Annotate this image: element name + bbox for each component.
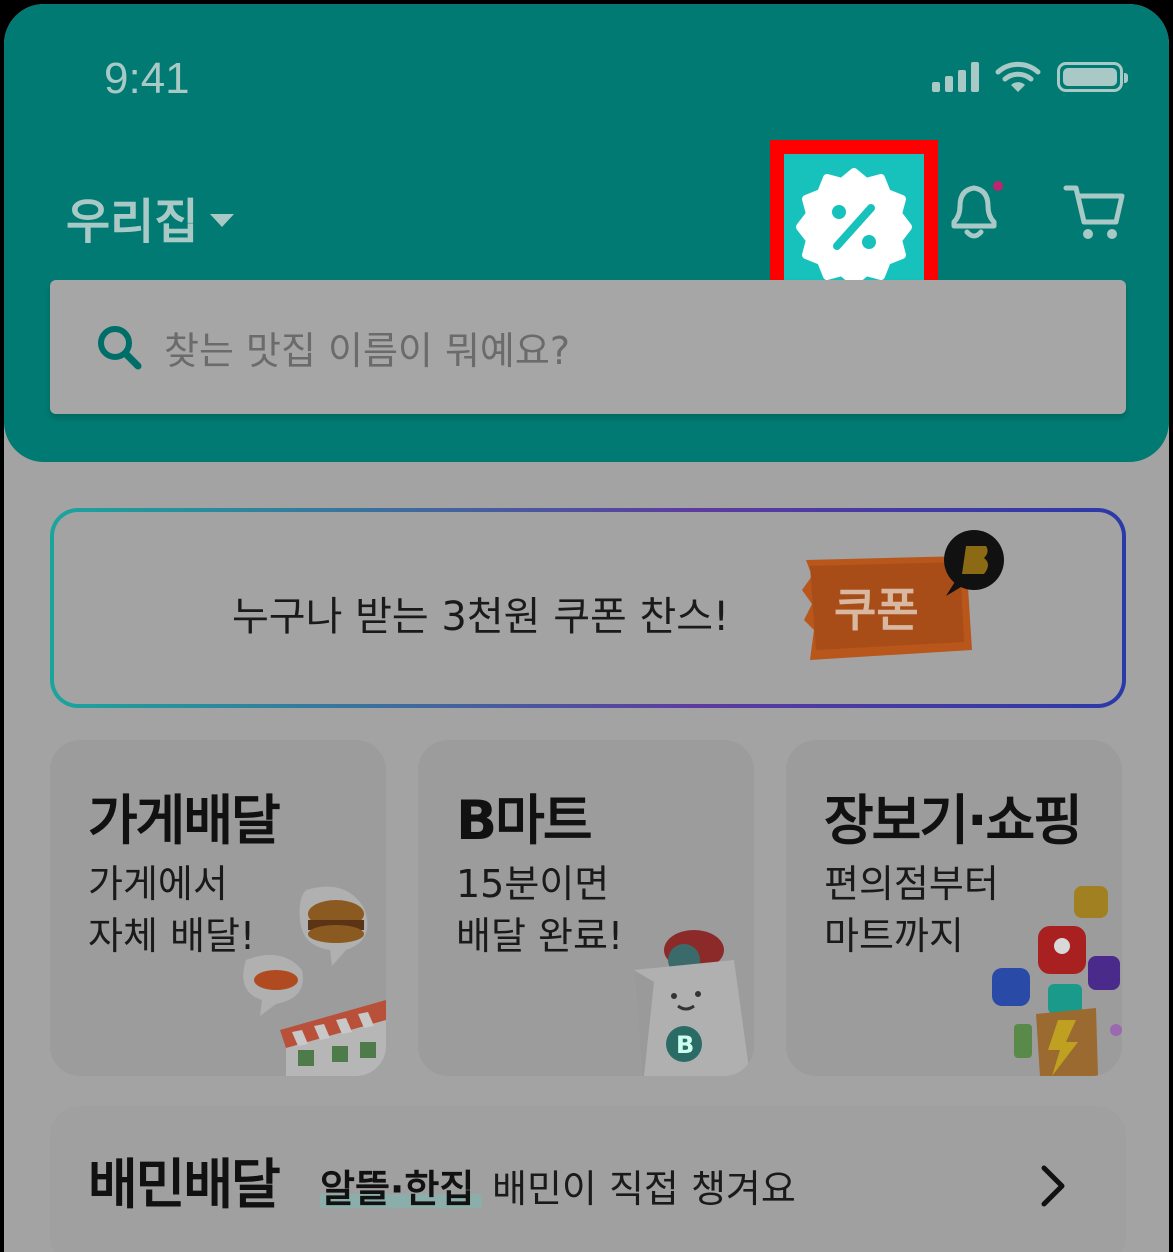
svg-text:B: B — [676, 1031, 694, 1059]
cart-icon[interactable] — [1062, 182, 1128, 244]
coupon-promo-banner[interactable]: 누구나 받는 3천원 쿠폰 찬스! 쿠폰 — [50, 508, 1126, 708]
grocery-bag-illustration: B — [634, 930, 750, 1076]
store-burger-illustration — [243, 886, 386, 1076]
card-subtitle: 15분이면 배달 완료! — [456, 862, 624, 958]
baemin-delivery-card[interactable]: 배민배달 알뜰·한집 배민이 직접 챙겨요 — [50, 1106, 1126, 1252]
baemin-delivery-tag: 알뜰·한집 — [320, 1167, 475, 1211]
card-title: 가게배달 — [88, 789, 281, 852]
app-screen: 9:41 우리집 찾는 맛집 이름이 뭐예요? 누구나 받는 3천원 쿠폰 찬스… — [4, 4, 1169, 1252]
header: 9:41 우리집 찾는 맛집 이름이 뭐예요? — [4, 4, 1169, 462]
card-grocery-shopping[interactable]: 장보기·쇼핑 편의점부터 마트까지 — [786, 740, 1122, 1076]
promo-text: 누구나 받는 3천원 쿠폰 찬스! — [232, 594, 730, 640]
card-subtitle: 편의점부터 마트까지 — [824, 862, 999, 958]
search-icon — [98, 326, 142, 370]
cellular-signal-icon — [932, 62, 979, 92]
card-subtitle: 가게에서 자체 배달! — [88, 862, 256, 958]
location-selector[interactable]: 우리집 — [66, 182, 235, 252]
discount-badge-icon — [796, 168, 912, 286]
battery-icon — [1057, 62, 1128, 92]
store-logos-illustration — [992, 886, 1122, 1076]
card-store-delivery[interactable]: 가게배달 가게에서 자체 배달! — [50, 740, 386, 1076]
notification-bell-icon[interactable] — [942, 180, 1010, 244]
coupon-sign-icon: 쿠폰 — [802, 530, 1004, 660]
status-icons — [932, 60, 1128, 94]
search-bar[interactable]: 찾는 맛집 이름이 뭐예요? — [50, 280, 1126, 414]
baemin-delivery-title: 배민배달 — [88, 1153, 281, 1216]
search-placeholder: 찾는 맛집 이름이 뭐예요? — [164, 328, 571, 373]
caret-down-icon — [210, 213, 235, 227]
chevron-right-icon — [1041, 1165, 1065, 1207]
location-label: 우리집 — [66, 194, 199, 250]
card-b-mart[interactable]: B마트 15분이면 배달 완료! B — [418, 740, 754, 1076]
card-title: B마트 — [456, 789, 593, 852]
baemin-delivery-text: 배민이 직접 챙겨요 — [492, 1167, 796, 1211]
coupon-badge-text: 쿠폰 — [834, 583, 919, 637]
card-title: 장보기·쇼핑 — [824, 789, 1083, 852]
wifi-icon — [995, 61, 1041, 92]
status-time: 9:41 — [104, 54, 190, 103]
